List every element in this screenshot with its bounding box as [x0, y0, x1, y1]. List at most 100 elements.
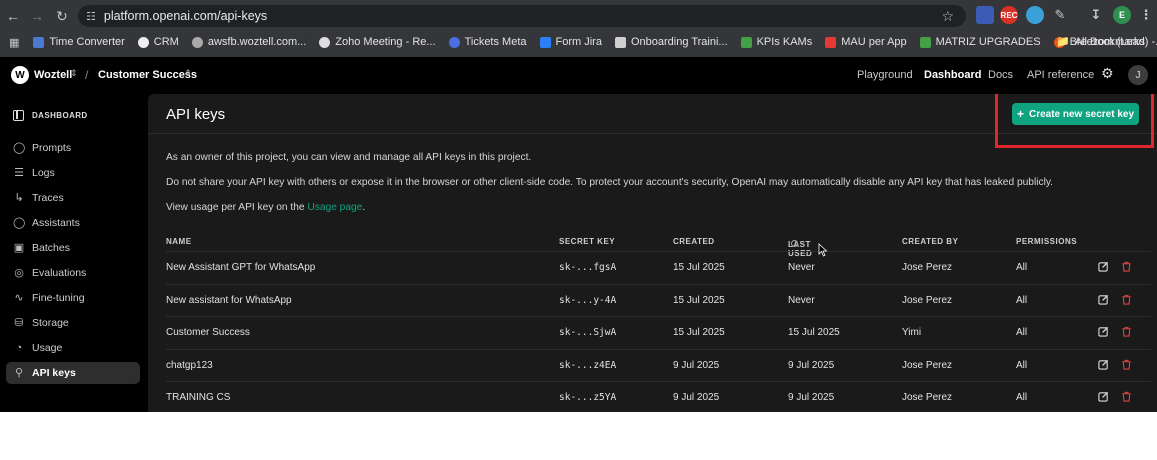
profile-avatar[interactable]: E	[1113, 6, 1131, 24]
trash-icon[interactable]	[1121, 359, 1132, 370]
nav-docs[interactable]: Docs	[988, 69, 1013, 81]
usage-page-link[interactable]: Usage page	[307, 202, 362, 213]
sidebar-item-logs[interactable]: ☰ Logs	[6, 162, 140, 184]
sidebar-item-batches[interactable]: ▣ Batches	[6, 237, 140, 259]
nav-api-reference[interactable]: API reference	[1027, 69, 1094, 81]
mouse-cursor-icon	[818, 243, 828, 257]
cell-secret-key: sk-...SjwA	[559, 327, 617, 338]
bookmark-item[interactable]: Time Converter	[33, 36, 125, 48]
browser-menu-icon[interactable]: ⋮	[1137, 6, 1155, 24]
table-row[interactable]: TRAINING CS sk-...z5YA 9 Jul 2025 9 Jul 202…	[166, 381, 1151, 412]
sidebar-item-storage[interactable]: ⛁ Storage	[6, 312, 140, 334]
sidebar-item-assistants[interactable]: ◯ Assistants	[6, 212, 140, 234]
cell-name: Customer Success	[166, 327, 250, 338]
sidebar-item-traces[interactable]: ↳ Traces	[6, 187, 140, 209]
cell-secret-key: sk-...z5YA	[559, 392, 617, 403]
cell-created: 15 Jul 2025	[673, 294, 725, 306]
nav-dashboard[interactable]: Dashboard	[924, 69, 981, 81]
cell-permissions: All	[1016, 327, 1028, 338]
chevron-updown-icon[interactable]: ⇕	[184, 68, 192, 79]
cell-created: 15 Jul 2025	[673, 262, 725, 273]
traces-icon: ↳	[14, 192, 24, 204]
table-row[interactable]: chatgp123 sk-...z4EA 9 Jul 2025 9 Jul 2025 J…	[166, 348, 1151, 381]
cell-last-used: 15 Jul 2025	[788, 327, 840, 338]
address-row: ← → ↻ ☷ platform.openai.com/api-keys ☆ R…	[0, 0, 1157, 31]
extension-globe-icon[interactable]	[1026, 6, 1044, 24]
page-title: API keys	[166, 106, 226, 123]
cell-created-by: Yimi	[902, 327, 922, 338]
browser-chrome: ← → ↻ ☷ platform.openai.com/api-keys ☆ R…	[0, 0, 1157, 57]
top-bar: W Woztell ⇕ / Customer Success ⇕ Playgro…	[0, 57, 1157, 94]
apps-grid-icon[interactable]: ▦	[9, 36, 19, 49]
edit-icon[interactable]	[1098, 326, 1109, 337]
table-row[interactable]: New Assistant GPT for WhatsApp sk-...fgsA…	[166, 251, 1151, 283]
table-row[interactable]: Customer Success sk-...SjwA 15 Jul 2025 15 …	[166, 316, 1151, 348]
cell-last-used: Never	[788, 262, 815, 273]
bookmark-star-icon[interactable]: ☆	[941, 8, 954, 25]
extensions-puzzle-icon[interactable]: ✎	[1051, 6, 1069, 24]
back-icon[interactable]: ←	[0, 3, 26, 29]
key-icon: ⚲	[14, 367, 24, 379]
breadcrumb-separator: /	[85, 68, 89, 82]
storage-icon: ⛁	[14, 317, 24, 329]
sidebar-item-usage[interactable]: ◔ Usage	[6, 337, 140, 359]
edit-icon[interactable]	[1098, 294, 1109, 305]
org-avatar[interactable]: W	[11, 66, 29, 84]
trash-icon[interactable]	[1121, 326, 1132, 337]
extension-rec-icon[interactable]: REC	[1000, 6, 1018, 24]
site-info-icon[interactable]: ☷	[86, 10, 96, 23]
column-header-created: CREATED	[673, 237, 715, 246]
bookmark-item[interactable]: Form Jira	[539, 36, 602, 48]
create-secret-key-button[interactable]: + Create new secret key	[1012, 103, 1139, 125]
trash-icon[interactable]	[1121, 261, 1132, 272]
project-selector[interactable]: Customer Success	[98, 69, 197, 81]
plus-icon: +	[1016, 107, 1024, 121]
sidebar-toggle-icon	[13, 110, 24, 121]
bookmark-item[interactable]: MATRIZ UPGRADES	[919, 36, 1041, 48]
edit-icon[interactable]	[1098, 391, 1109, 402]
table-header: NAME SECRET KEY CREATED LAST USED CREATE…	[166, 237, 1078, 258]
nav-playground[interactable]: Playground	[857, 69, 913, 81]
column-header-name: NAME	[166, 237, 192, 246]
fine-tuning-icon: ∿	[14, 292, 24, 304]
edit-icon[interactable]	[1098, 359, 1109, 370]
org-selector[interactable]: Woztell	[34, 69, 72, 81]
address-bar[interactable]: ☷ platform.openai.com/api-keys ☆	[78, 5, 966, 27]
bookmark-item[interactable]: CRM	[137, 36, 179, 48]
gear-icon[interactable]: ⚙	[1101, 66, 1115, 80]
cell-last-used: Never	[788, 294, 815, 306]
usage-icon: ◔	[15, 342, 23, 354]
bookmark-item[interactable]: Onboarding Traini...	[614, 36, 728, 48]
cell-created: 9 Jul 2025	[673, 359, 720, 371]
sidebar-item-fine-tuning[interactable]: ∿ Fine-tuning	[6, 287, 140, 309]
trash-icon[interactable]	[1121, 391, 1132, 402]
extension-screen-icon[interactable]	[976, 6, 994, 24]
cell-secret-key: sk-...y-4A	[559, 294, 617, 306]
download-icon[interactable]: ↧	[1087, 6, 1105, 24]
sidebar-item-evaluations[interactable]: ◎ Evaluations	[6, 262, 140, 284]
evaluations-icon: ◎	[14, 267, 24, 279]
reload-icon[interactable]: ↻	[49, 3, 75, 29]
cell-created-by: Jose Perez	[902, 392, 953, 403]
forward-icon[interactable]: →	[24, 3, 50, 29]
all-bookmarks[interactable]: 📁 All Bookmarks	[1056, 35, 1145, 49]
bookmark-item[interactable]: Tickets Meta	[448, 36, 527, 48]
cell-secret-key: sk-...fgsA	[559, 262, 617, 273]
usage-notice: View usage per API key on the Usage page…	[166, 202, 366, 213]
user-avatar[interactable]: J	[1128, 65, 1148, 85]
sidebar-item-prompts[interactable]: ◯ Prompts	[6, 137, 140, 159]
column-header-permissions: PERMISSIONS	[1016, 237, 1078, 246]
bookmark-item[interactable]: Zoho Meeting - Re...	[319, 36, 436, 48]
edit-icon[interactable]	[1098, 261, 1109, 272]
table-row[interactable]: New assistant for WhatsApp sk-...y-4A 15 J…	[166, 283, 1151, 316]
cell-name: chatgp123	[166, 359, 213, 371]
info-icon[interactable]	[791, 240, 798, 247]
bookmark-item[interactable]: KPIs KAMs	[740, 36, 812, 48]
sidebar-item-api-keys[interactable]: ⚲ API keys	[6, 362, 140, 384]
chevron-updown-icon[interactable]: ⇕	[70, 68, 78, 79]
bookmark-item[interactable]: MAU per App	[825, 36, 907, 48]
bookmark-item[interactable]: awsfb.woztell.com...	[191, 36, 306, 48]
sidebar-section-header[interactable]: DASHBOARD	[13, 110, 88, 121]
cell-permissions: All	[1016, 262, 1028, 273]
trash-icon[interactable]	[1121, 294, 1132, 305]
